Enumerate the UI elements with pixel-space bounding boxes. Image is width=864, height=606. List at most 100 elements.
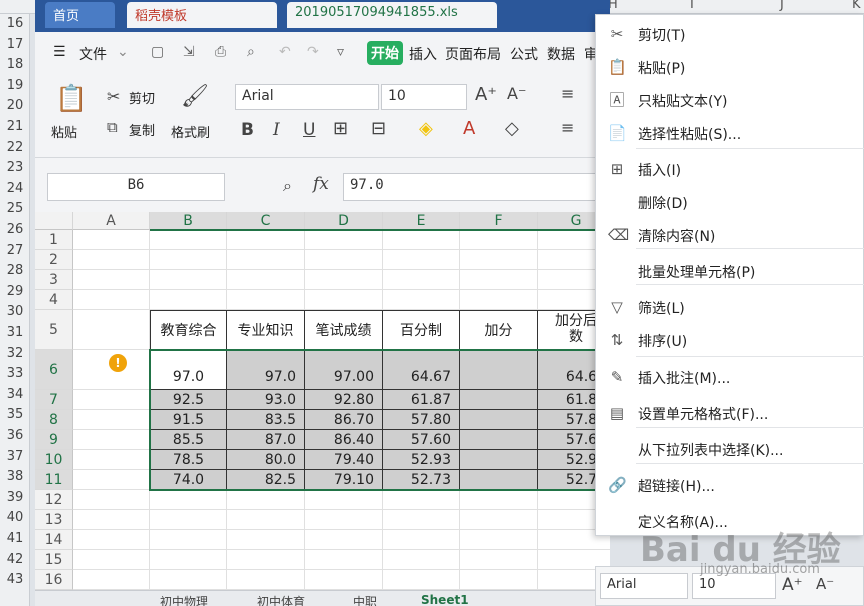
home-tab[interactable]: 首页: [45, 2, 115, 28]
data-cell[interactable]: [460, 430, 538, 450]
cut-button[interactable]: 剪切: [129, 88, 155, 107]
data-cell[interactable]: 61.87: [383, 390, 460, 410]
print-icon[interactable]: ⎙: [215, 44, 226, 60]
empty-cell[interactable]: [460, 230, 538, 250]
column-header[interactable]: C: [227, 212, 305, 230]
empty-cell[interactable]: [227, 270, 305, 290]
context-menu-item[interactable]: 🄰 只粘贴文本(Y): [596, 85, 864, 115]
empty-cell[interactable]: [227, 290, 305, 310]
data-cell[interactable]: 57.60: [383, 430, 460, 450]
shrink-font-icon[interactable]: A⁻: [816, 575, 834, 593]
empty-cell[interactable]: [305, 490, 383, 510]
more-icon[interactable]: ▿: [337, 44, 344, 60]
empty-cell[interactable]: [73, 390, 150, 410]
empty-cell[interactable]: [460, 530, 538, 550]
header-cell[interactable]: 加分: [460, 310, 538, 350]
template-tab[interactable]: 稻壳模板: [127, 2, 277, 28]
zoom-icon[interactable]: ⌕: [283, 176, 292, 196]
empty-cell[interactable]: [73, 230, 150, 250]
data-cell[interactable]: 52.93: [383, 450, 460, 470]
column-header[interactable]: D: [305, 212, 383, 230]
empty-cell[interactable]: [73, 290, 150, 310]
empty-cell[interactable]: [73, 450, 150, 470]
empty-cell[interactable]: [227, 570, 305, 590]
data-cell[interactable]: [460, 450, 538, 470]
data-cell[interactable]: [460, 410, 538, 430]
fill-color-icon[interactable]: ◈: [419, 118, 433, 139]
error-check-icon[interactable]: !: [109, 354, 127, 372]
data-cell[interactable]: 74.0: [150, 470, 227, 490]
data-cell[interactable]: 83.5: [227, 410, 305, 430]
empty-cell[interactable]: [150, 270, 227, 290]
column-header[interactable]: E: [383, 212, 460, 230]
header-cell[interactable]: 教育综合: [150, 310, 227, 350]
merge-icon[interactable]: ⊟: [371, 118, 386, 139]
row-header[interactable]: 1: [35, 230, 73, 250]
sheet-tab[interactable]: 初中物理: [160, 593, 208, 606]
header-cell[interactable]: 百分制: [383, 310, 460, 350]
chevron-down-icon[interactable]: ⌄: [117, 44, 129, 60]
paste-button[interactable]: 粘贴: [51, 122, 77, 141]
file-menu[interactable]: 文件: [79, 44, 107, 64]
row-header[interactable]: 7: [35, 390, 73, 410]
context-menu-item[interactable]: 删除(D): [596, 187, 864, 217]
fx-icon[interactable]: fx: [313, 174, 329, 194]
data-cell[interactable]: 64.67: [383, 350, 460, 390]
clear-format-icon[interactable]: ◇: [505, 118, 519, 139]
bold-icon[interactable]: B: [241, 120, 254, 140]
underline-icon[interactable]: U: [303, 120, 315, 140]
row-header[interactable]: 3: [35, 270, 73, 290]
data-cell[interactable]: [460, 350, 538, 390]
data-cell[interactable]: [460, 470, 538, 490]
empty-cell[interactable]: [150, 530, 227, 550]
formula-input[interactable]: 97.0: [343, 173, 610, 201]
paste-icon[interactable]: 📋: [55, 84, 87, 114]
empty-cell[interactable]: [150, 510, 227, 530]
empty-cell[interactable]: [305, 250, 383, 270]
empty-cell[interactable]: [150, 550, 227, 570]
row-header[interactable]: 11: [35, 470, 73, 490]
data-cell[interactable]: 57.80: [383, 410, 460, 430]
empty-cell[interactable]: [305, 550, 383, 570]
row-header[interactable]: 8: [35, 410, 73, 430]
data-cell[interactable]: 92.80: [305, 390, 383, 410]
context-menu-item[interactable]: ⇅ 排序(U): [596, 325, 864, 355]
align-left-icon[interactable]: ≡: [561, 118, 574, 137]
empty-cell[interactable]: [73, 410, 150, 430]
empty-cell[interactable]: [305, 290, 383, 310]
row-header[interactable]: 9: [35, 430, 73, 450]
empty-cell[interactable]: [460, 490, 538, 510]
data-cell[interactable]: 86.70: [305, 410, 383, 430]
empty-cell[interactable]: [305, 230, 383, 250]
context-menu-item[interactable]: ⌫ 清除内容(N): [596, 220, 864, 250]
row-header[interactable]: 15: [35, 550, 73, 570]
sheet-tab-active[interactable]: Sheet1: [421, 593, 469, 606]
empty-cell[interactable]: [73, 430, 150, 450]
data-cell[interactable]: 52.73: [383, 470, 460, 490]
header-cell[interactable]: 专业知识: [227, 310, 305, 350]
italic-icon[interactable]: I: [273, 120, 280, 140]
data-cell[interactable]: 97.0: [227, 350, 305, 390]
empty-cell[interactable]: [150, 230, 227, 250]
data-cell[interactable]: 97.0: [150, 350, 227, 390]
context-menu-item[interactable]: ▤ 设置单元格格式(F)...: [596, 398, 864, 428]
empty-cell[interactable]: [227, 510, 305, 530]
empty-cell[interactable]: [383, 270, 460, 290]
data-cell[interactable]: 80.0: [227, 450, 305, 470]
column-header[interactable]: F: [460, 212, 538, 230]
empty-cell[interactable]: [227, 530, 305, 550]
empty-cell[interactable]: [150, 290, 227, 310]
empty-cell[interactable]: [383, 570, 460, 590]
empty-cell[interactable]: [383, 490, 460, 510]
preview-icon[interactable]: ⌕: [247, 44, 255, 60]
font-color-icon[interactable]: A: [463, 118, 475, 139]
empty-cell[interactable]: [383, 530, 460, 550]
row-header[interactable]: 16: [35, 570, 73, 590]
empty-cell[interactable]: [383, 550, 460, 570]
column-header[interactable]: A: [73, 212, 150, 230]
context-menu-item[interactable]: ✂ 剪切(T): [596, 19, 864, 49]
row-header[interactable]: 12: [35, 490, 73, 510]
format-painter-icon[interactable]: 🖌: [181, 84, 209, 109]
grow-font-icon[interactable]: A⁺: [475, 84, 497, 105]
font-name-select[interactable]: Arial: [235, 84, 379, 110]
